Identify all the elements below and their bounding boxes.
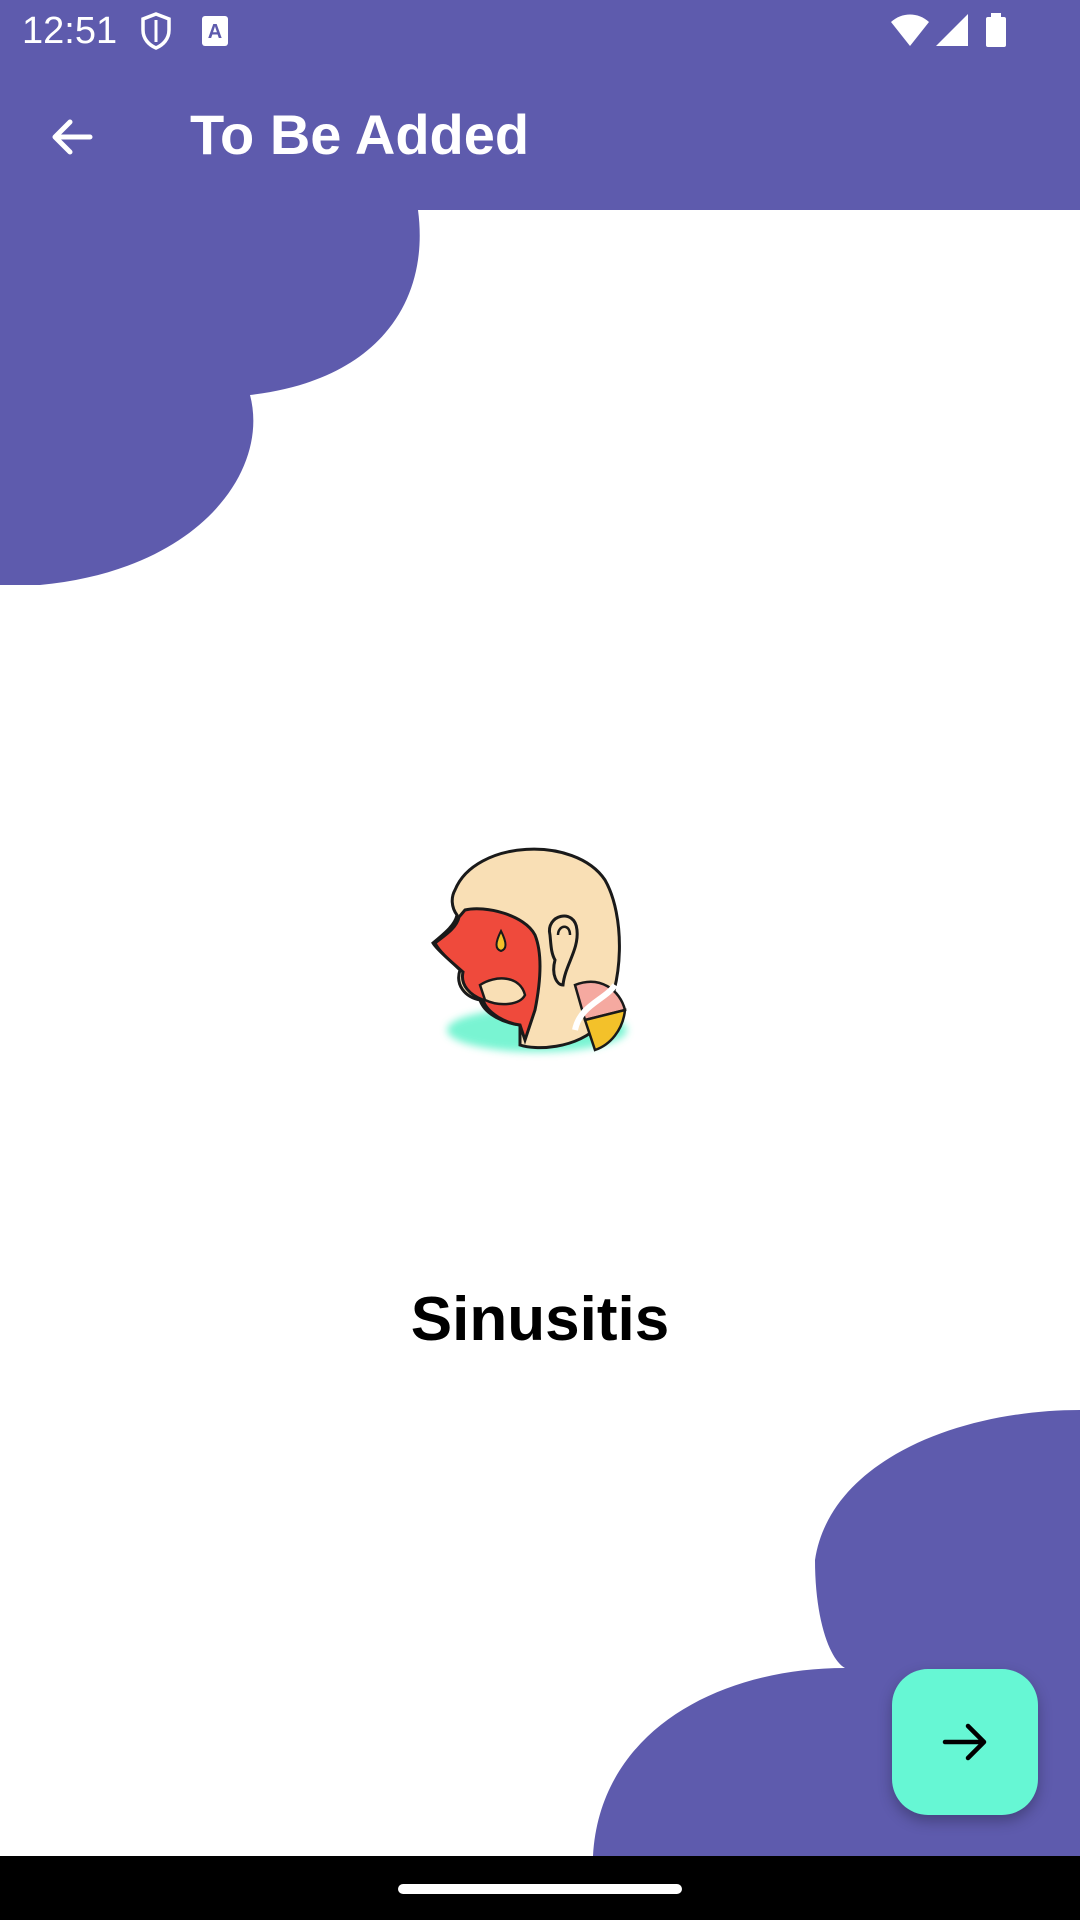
battery-icon — [986, 13, 1006, 47]
home-indicator[interactable] — [398, 1884, 682, 1894]
arrow-right-icon — [942, 1723, 987, 1761]
arrow-left-icon — [52, 119, 93, 155]
screen: 12:51 A To Be Added Sinusitis — [0, 0, 1080, 1920]
navigation-bar — [0, 1856, 1080, 1920]
sinusitis-head-illustration — [431, 847, 627, 1052]
shield-icon — [141, 12, 171, 50]
wifi-icon — [891, 14, 929, 46]
disease-title: Sinusitis — [410, 1285, 670, 1354]
signal-icon — [936, 14, 968, 46]
status-time: 12:51 — [22, 10, 118, 52]
back-button[interactable] — [36, 101, 108, 173]
font-a-icon: A — [202, 16, 228, 46]
svg-text:A: A — [208, 21, 222, 43]
next-button[interactable] — [892, 1669, 1038, 1815]
page-title: To Be Added — [190, 103, 530, 166]
status-bar: 12:51 A — [0, 0, 1080, 63]
app-bar: To Be Added — [0, 63, 1080, 210]
